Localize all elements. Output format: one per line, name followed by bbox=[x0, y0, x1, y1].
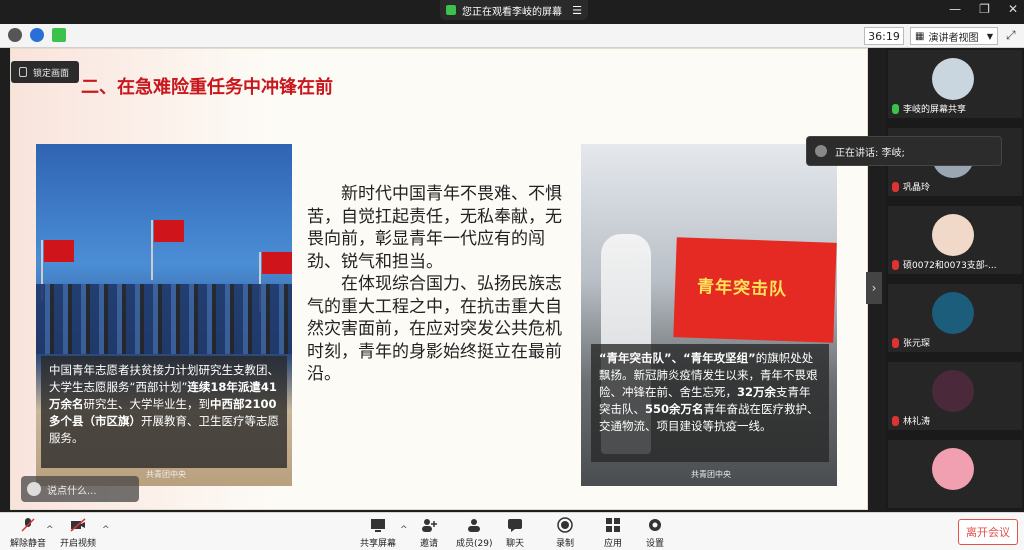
avatar bbox=[932, 214, 974, 256]
crowd bbox=[36, 284, 292, 354]
lock-view-label: 锁定画面 bbox=[33, 68, 70, 79]
members-icon bbox=[468, 519, 481, 532]
maximize-icon[interactable]: ❐ bbox=[979, 2, 990, 16]
avatar bbox=[932, 370, 974, 412]
share-screen-icon bbox=[371, 519, 385, 532]
chat-icon bbox=[508, 519, 522, 532]
chevron-up-icon[interactable]: ^ bbox=[102, 525, 110, 535]
collapse-panel-button[interactable]: › bbox=[866, 272, 882, 304]
add-user-icon bbox=[422, 519, 437, 532]
avatar bbox=[932, 292, 974, 334]
speaker-icon bbox=[815, 145, 827, 157]
apps-icon bbox=[606, 518, 620, 532]
mic-muted-icon bbox=[892, 181, 899, 192]
participant-tile[interactable]: 李岐的屏幕共享 bbox=[888, 50, 1022, 118]
signal-icon[interactable] bbox=[52, 28, 66, 42]
lock-view-button[interactable]: 锁定画面 bbox=[11, 61, 79, 83]
chevron-up-icon[interactable]: ^ bbox=[46, 525, 54, 535]
slide-body-text: 新时代中国青年不畏难、不惧苦，自觉扛起责任，无私奉献，无畏向前，彰显青年一代应有… bbox=[307, 183, 577, 386]
share-screen-button[interactable]: 共享屏幕 bbox=[360, 517, 396, 549]
shield-icon[interactable] bbox=[30, 28, 44, 42]
unmute-button[interactable]: 解除静音 bbox=[10, 517, 46, 549]
pin-icon bbox=[19, 67, 27, 77]
speaking-text: 正在讲话: 李岐; bbox=[835, 147, 905, 159]
left-caption: 中国青年志愿者扶贫接力计划研究生支教团、大学生志愿服务“西部计划”连续18年派遣… bbox=[41, 356, 287, 468]
record-icon bbox=[557, 517, 573, 533]
youth-commando-photo: 青年突击队 “青年突击队”、“青年攻坚组”的旗帜处处飘扬。新冠肺炎疫情发生以来，… bbox=[581, 144, 837, 486]
view-mode-select[interactable]: ▦ 演讲者视图 ▼ bbox=[910, 27, 998, 45]
start-video-button[interactable]: 开启视频 bbox=[60, 517, 96, 549]
active-speaker-indicator: 正在讲话: 李岐; bbox=[806, 136, 1002, 166]
participant-tile[interactable] bbox=[888, 440, 1022, 508]
mic-muted-icon bbox=[892, 337, 899, 348]
volunteers-photo: 中国青年志愿者扶贫接力计划研究生支教团、大学生志愿服务“西部计划”连续18年派遣… bbox=[36, 144, 292, 486]
screen-share-icon bbox=[892, 103, 899, 114]
leave-meeting-button[interactable]: 离开会议 bbox=[958, 519, 1018, 545]
chat-input-bubble[interactable]: 说点什么... bbox=[21, 476, 139, 502]
mic-muted-icon bbox=[892, 259, 899, 270]
emoji-icon[interactable] bbox=[27, 482, 41, 496]
chat-button[interactable]: 聊天 bbox=[506, 517, 524, 549]
gear-icon bbox=[649, 519, 661, 531]
red-flag bbox=[151, 220, 184, 280]
watermark: 共青团中央 bbox=[146, 470, 186, 479]
invite-button[interactable]: 邀请 bbox=[420, 517, 438, 549]
avatar bbox=[932, 448, 974, 490]
mic-off-icon bbox=[21, 518, 35, 532]
participant-tile[interactable]: 硕0072和0073支部-... bbox=[888, 206, 1022, 274]
members-button[interactable]: 成员(29) bbox=[456, 517, 492, 549]
info-icon[interactable] bbox=[8, 28, 22, 42]
mic-muted-icon bbox=[892, 415, 899, 426]
minimize-icon[interactable]: — bbox=[949, 2, 961, 16]
record-button[interactable]: 录制 bbox=[556, 517, 574, 549]
meeting-timer: 36:19 bbox=[864, 27, 904, 45]
chevron-up-icon[interactable]: ^ bbox=[400, 525, 408, 535]
red-flag bbox=[259, 252, 292, 312]
red-banner: 青年突击队 bbox=[673, 237, 837, 343]
slide-title: 二、在急难险重任务中冲锋在前 bbox=[81, 77, 333, 98]
screen-share-banner[interactable]: 您正在观看李岐的屏幕 ☰ bbox=[440, 0, 588, 20]
share-status-icon bbox=[446, 5, 456, 15]
meeting-toolbar: 36:19 ▦ 演讲者视图 ▼ ⤢ bbox=[0, 24, 1024, 48]
right-caption: “青年突击队”、“青年攻坚组”的旗帜处处飘扬。新冠肺炎疫情发生以来，青年不畏艰险… bbox=[591, 344, 829, 462]
participant-tile[interactable]: 林礼涛 bbox=[888, 362, 1022, 430]
meeting-controls-bar: 解除静音 ^ 开启视频 ^ 共享屏幕 ^ 邀请 成员(29) 聊天 录制 应用 … bbox=[0, 512, 1024, 550]
participant-tile[interactable]: 张元琛 bbox=[888, 284, 1022, 352]
grid-icon: ▦ bbox=[915, 30, 925, 42]
menu-icon[interactable]: ☰ bbox=[572, 4, 582, 17]
chevron-down-icon: ▼ bbox=[986, 31, 993, 41]
camera-off-icon bbox=[70, 518, 86, 532]
banner-text: 青年突击队 bbox=[696, 276, 788, 301]
chat-placeholder: 说点什么... bbox=[47, 485, 97, 497]
avatar bbox=[932, 58, 974, 100]
close-icon[interactable]: ✕ bbox=[1008, 2, 1018, 16]
fullscreen-icon[interactable]: ⤢ bbox=[1006, 28, 1016, 43]
share-banner-text: 您正在观看李岐的屏幕 bbox=[462, 6, 562, 18]
paragraph: 新时代中国青年不畏难、不惧苦，自觉扛起责任，无私奉献，无畏向前，彰显青年一代应有… bbox=[307, 184, 562, 272]
participants-panel: 李岐的屏幕共享 巩晶玲 硕0072和0073支部-... 张元琛 林礼涛 bbox=[886, 48, 1024, 510]
settings-button[interactable]: 设置 bbox=[646, 517, 664, 549]
watermark: 共青团中央 bbox=[691, 470, 731, 479]
apps-button[interactable]: 应用 bbox=[604, 517, 622, 549]
shared-slide: 锁定画面 二、在急难险重任务中冲锋在前 中国青年志愿者扶贫接力计划研究生支教团、… bbox=[10, 48, 868, 510]
window-controls: — ❐ ✕ bbox=[949, 2, 1018, 16]
view-mode-label: 演讲者视图 bbox=[928, 32, 979, 44]
red-flag bbox=[41, 240, 74, 300]
paragraph: 在体现综合国力、弘扬民族志气的重大工程之中，在抗击重大自然灾害面前，在应对突发公… bbox=[307, 274, 562, 384]
